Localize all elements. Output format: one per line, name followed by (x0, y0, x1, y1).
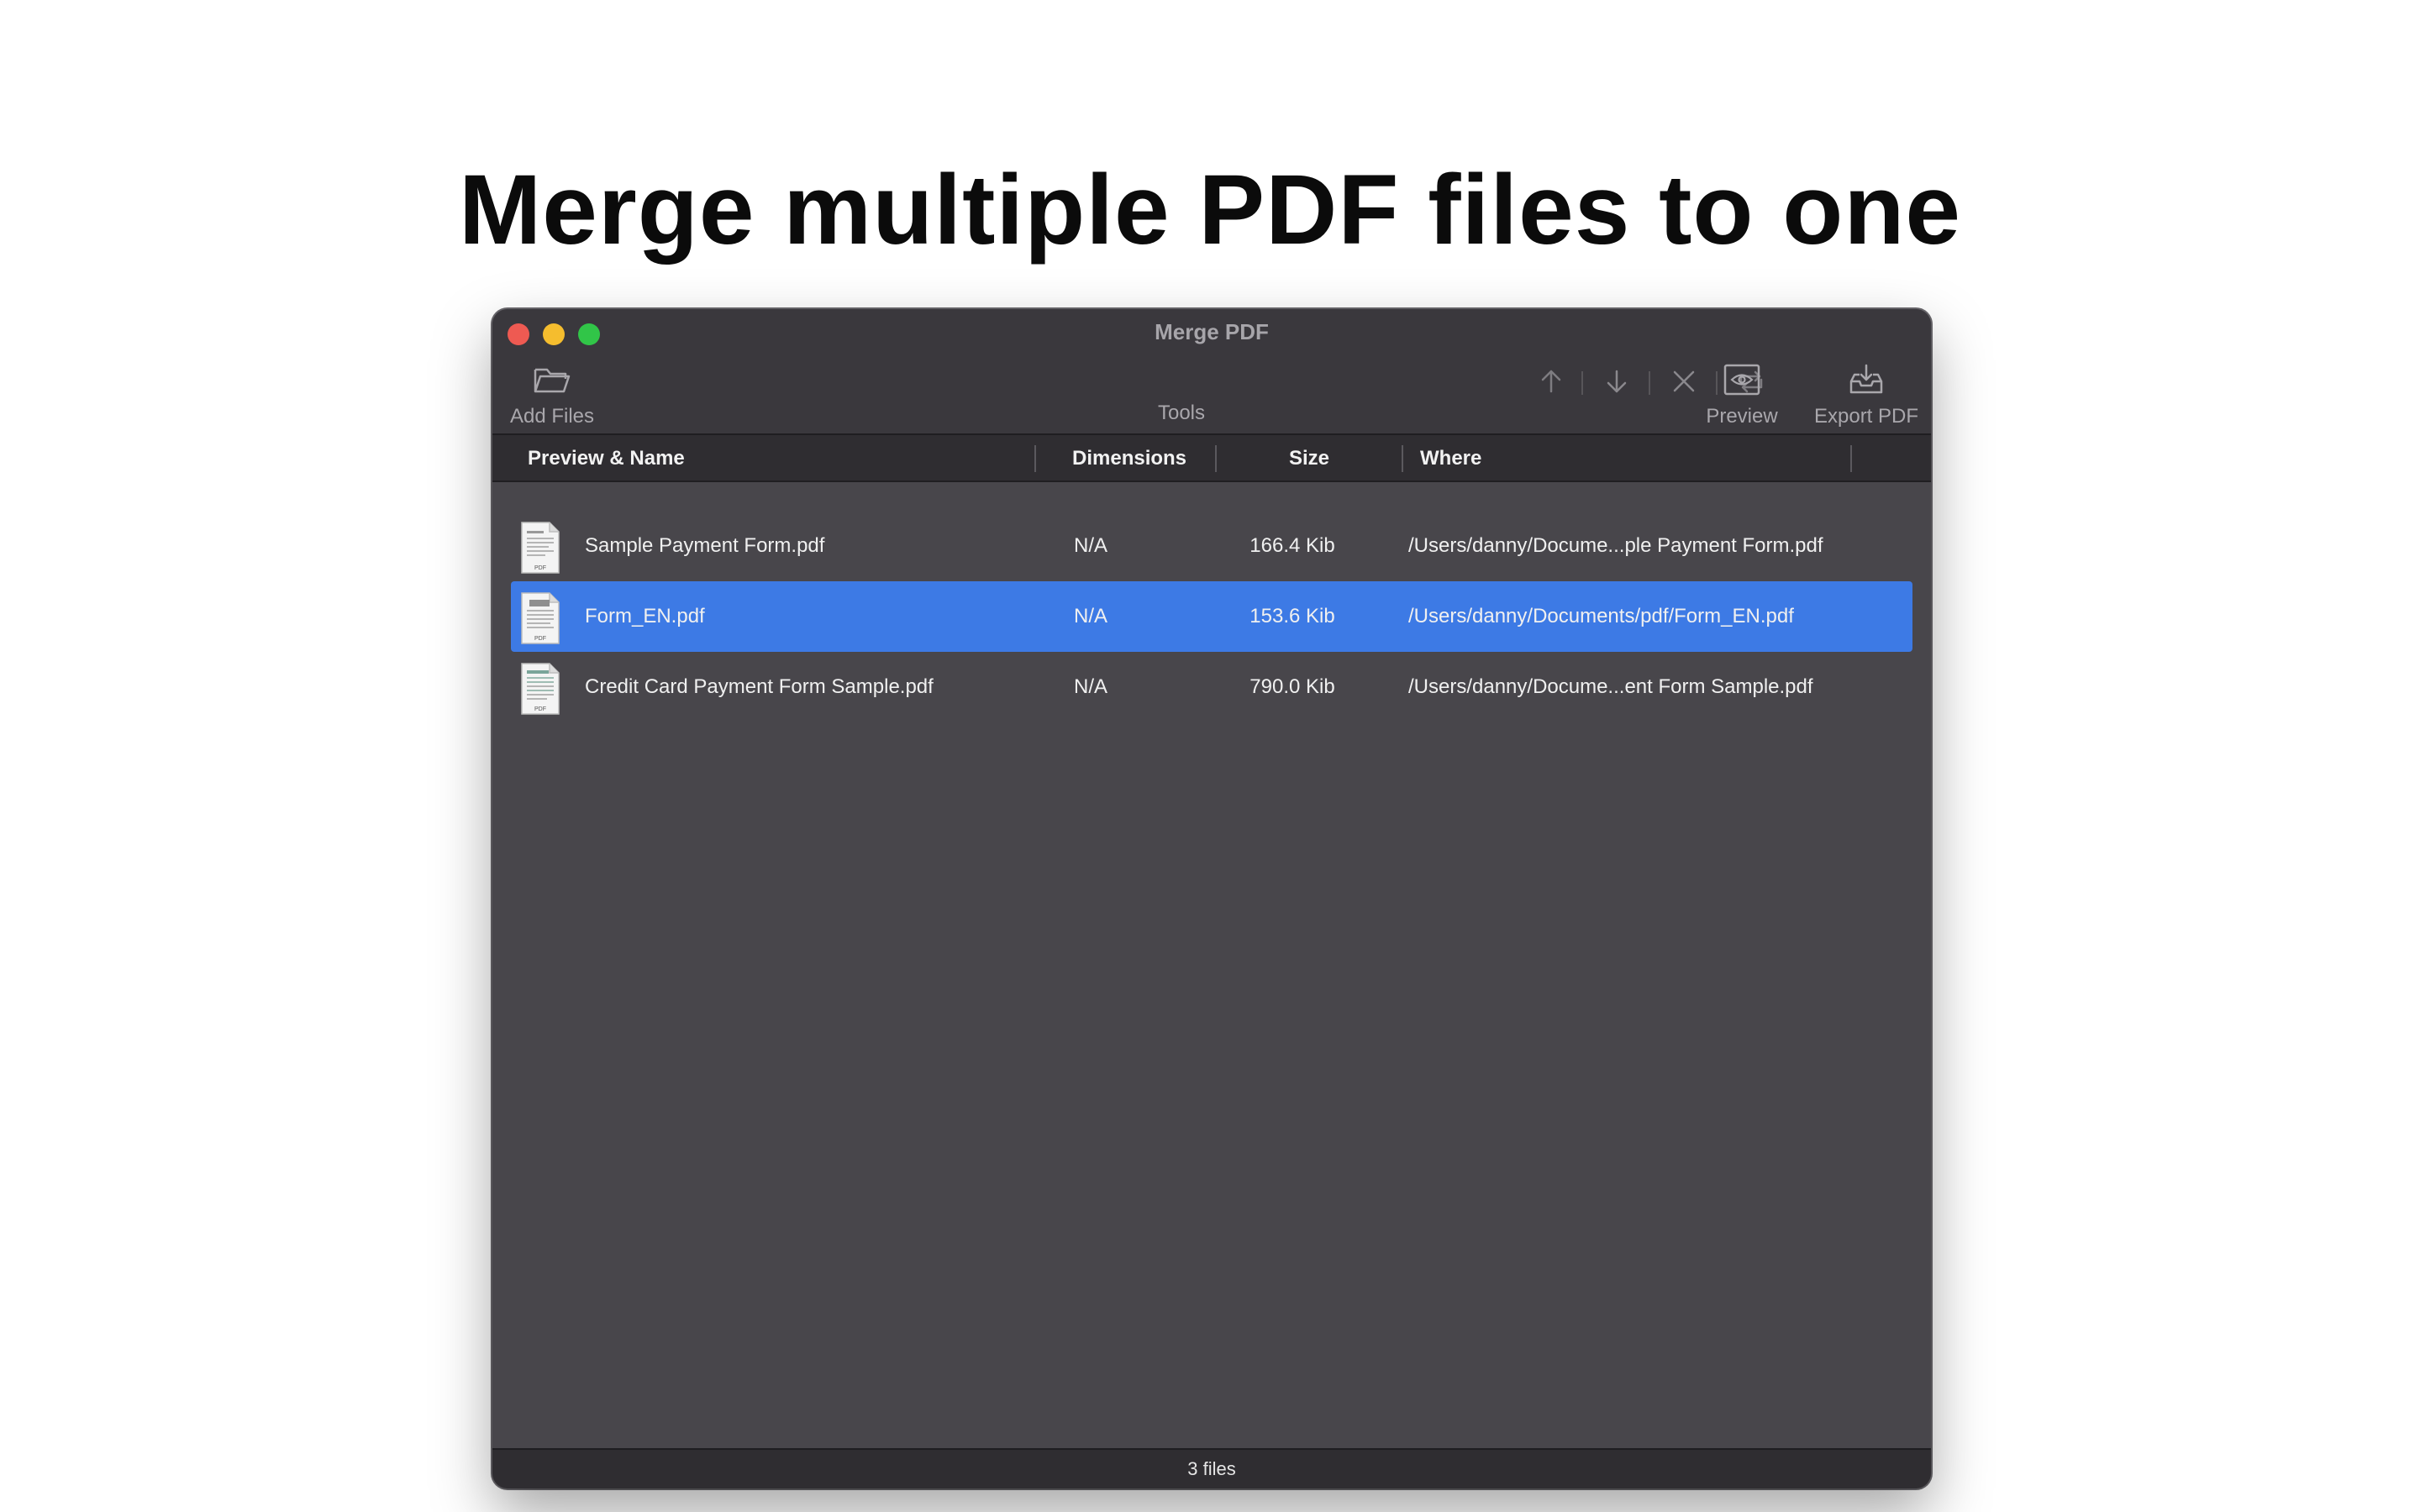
column-header-name[interactable]: Preview & Name (528, 447, 685, 470)
column-divider[interactable] (1402, 445, 1403, 472)
file-path: /Users/danny/Documents/pdf/Form_EN.pdf (1408, 605, 1794, 627)
tool-separator (1649, 371, 1650, 395)
file-name: Credit Card Payment Form Sample.pdf (585, 675, 934, 698)
file-dimensions: N/A (1073, 675, 1107, 698)
page-headline: Merge multiple PDF files to one (458, 155, 1962, 265)
file-path: /Users/danny/Docume...ent Form Sample.pd… (1408, 675, 1813, 698)
eye-icon (1723, 364, 1760, 396)
preview-button[interactable]: Preview (1696, 363, 1788, 428)
tools-label-wrap: Tools (1131, 402, 1232, 425)
column-divider[interactable] (1034, 445, 1036, 472)
arrow-down-icon[interactable] (1600, 365, 1634, 398)
table-row[interactable]: PDF Credit Card Payment Form Sample.pdf … (511, 652, 1912, 722)
export-pdf-button[interactable]: Export PDF (1803, 363, 1929, 428)
column-header-size[interactable]: Size (1289, 447, 1329, 470)
table-row[interactable]: PDF Sample Payment Form.pdf N/A 166.4 Ki… (511, 511, 1912, 581)
svg-text:PDF: PDF (534, 706, 546, 712)
pdf-file-icon: PDF (521, 522, 560, 574)
add-files-label: Add Files (509, 405, 595, 428)
export-pdf-label: Export PDF (1813, 405, 1919, 428)
file-size: 790.0 Kib (1249, 675, 1335, 698)
pdf-file-icon: PDF (521, 592, 560, 644)
preview-label: Preview (1706, 405, 1778, 428)
add-files-button[interactable]: Add Files (506, 363, 598, 428)
column-header-where[interactable]: Where (1420, 447, 1481, 470)
tool-separator (1581, 371, 1583, 395)
file-dimensions: N/A (1073, 605, 1107, 627)
pdf-file-icon: PDF (521, 663, 560, 715)
table-row-selected[interactable]: PDF Form_EN.pdf N/A 153.6 Kib /Users/dan… (511, 581, 1912, 652)
arrow-up-icon[interactable] (1534, 365, 1568, 398)
column-divider[interactable] (1850, 445, 1852, 472)
file-path: /Users/danny/Docume...ple Payment Form.p… (1408, 534, 1823, 557)
column-divider[interactable] (1215, 445, 1217, 472)
file-count-status: 3 files (1187, 1458, 1236, 1479)
file-name: Sample Payment Form.pdf (585, 534, 825, 557)
svg-text:PDF: PDF (534, 636, 546, 642)
file-name: Form_EN.pdf (585, 605, 705, 627)
window-title: Merge PDF (1155, 319, 1269, 344)
file-size: 166.4 Kib (1249, 534, 1335, 557)
titlebar-toolbar: Merge PDF Add Files Tools Preview Export… (492, 309, 1931, 435)
svg-text:PDF: PDF (534, 565, 546, 571)
merge-pdf-window: Merge PDF Add Files Tools Preview Export… (492, 309, 1931, 1488)
file-size: 153.6 Kib (1249, 605, 1335, 627)
tray-download-icon (1849, 364, 1883, 394)
tools-label: Tools (1157, 402, 1206, 424)
status-bar: 3 files (492, 1448, 1931, 1488)
file-dimensions: N/A (1073, 534, 1107, 557)
table-header: Preview & Name Dimensions Size Where (492, 435, 1931, 482)
folder-icon (534, 368, 571, 393)
column-header-dimensions[interactable]: Dimensions (1072, 447, 1186, 470)
